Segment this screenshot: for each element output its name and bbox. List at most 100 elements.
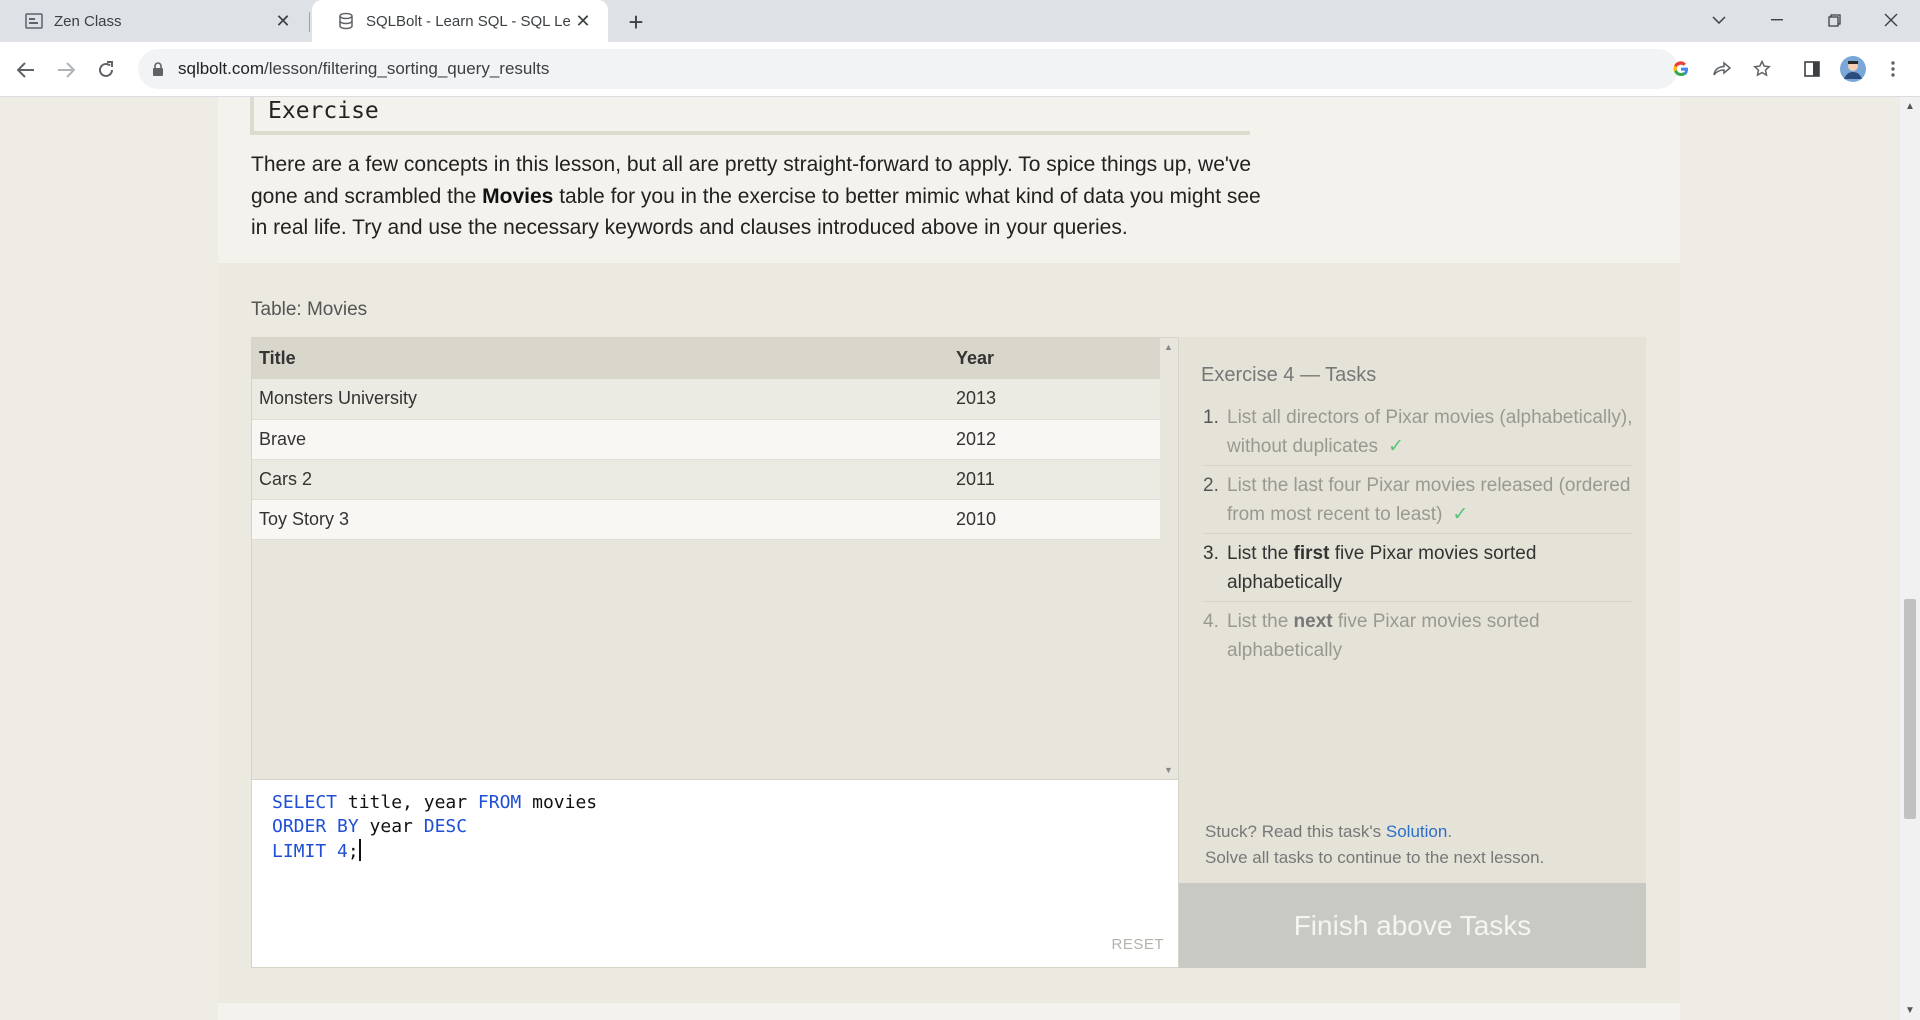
address-bar[interactable]: sqlbolt.com/lesson/filtering_sorting_que… <box>138 49 1678 89</box>
close-icon[interactable]: ✕ <box>270 8 296 34</box>
sql-text: movies <box>521 792 598 813</box>
task-number: 4. <box>1203 611 1219 632</box>
chevron-down-icon[interactable] <box>1690 0 1748 40</box>
intro-bold-table-name: Movies <box>482 184 554 208</box>
cell-title: Brave <box>252 419 949 460</box>
reload-icon[interactable] <box>90 54 122 86</box>
tab-title: SQLBolt - Learn SQL - SQL Lesso <box>366 12 570 30</box>
star-bookmark-icon[interactable] <box>1745 52 1779 86</box>
url-host: sqlbolt.com <box>178 59 264 78</box>
task-item-2: 2. List the last four Pixar movies relea… <box>1203 470 1633 534</box>
side-panel-icon[interactable] <box>1795 52 1829 86</box>
scroll-down-arrow-icon[interactable]: ▼ <box>1905 1005 1915 1016</box>
task-emphasis: next <box>1293 611 1333 632</box>
share-icon[interactable] <box>1705 52 1739 86</box>
tab-title: Zen Class <box>54 12 122 30</box>
sql-text: year <box>358 816 424 837</box>
back-arrow-icon[interactable] <box>10 54 42 86</box>
forward-arrow-icon[interactable] <box>50 54 82 86</box>
browser-toolbar: sqlbolt.com/lesson/filtering_sorting_que… <box>0 42 1920 97</box>
results-scrollbar[interactable]: ▲ ▼ <box>1160 338 1178 779</box>
tab-divider <box>309 12 310 32</box>
new-tab-plus-icon[interactable]: + <box>620 6 652 38</box>
task-item-1: 1. List all directors of Pixar movies (a… <box>1203 402 1633 466</box>
scrollbar-thumb[interactable] <box>1904 599 1916 819</box>
task-number: 3. <box>1203 543 1219 564</box>
sql-number: 4 <box>326 841 348 862</box>
window-close-icon[interactable] <box>1862 0 1920 40</box>
sql-keyword: FROM <box>477 792 522 813</box>
stuck-label: Stuck? Read this task's <box>1205 822 1386 841</box>
task-number: 2. <box>1203 475 1219 496</box>
scroll-down-arrow-icon[interactable]: ▼ <box>1164 765 1173 775</box>
solution-link[interactable]: Solution <box>1386 822 1447 841</box>
task-text: List all directors of Pixar movies (alph… <box>1227 403 1633 461</box>
sql-text: title, year <box>337 792 478 813</box>
cell-year: 2013 <box>949 379 1162 420</box>
task-label: List the <box>1227 543 1294 564</box>
page-viewport: Exercise There are a few concepts in thi… <box>0 97 1920 1020</box>
table-row: Brave 2012 <box>252 419 1162 460</box>
close-icon[interactable]: ✕ <box>570 8 596 34</box>
cell-year: 2012 <box>949 419 1162 460</box>
database-icon <box>336 11 356 31</box>
tab-sqlbolt[interactable]: SQLBolt - Learn SQL - SQL Lesso ✕ <box>312 0 608 42</box>
tasks-title: Exercise 4 — Tasks <box>1201 364 1377 386</box>
code-line-3: LIMIT 4; <box>272 839 1178 864</box>
page-scrollbar[interactable]: ▲ ▼ <box>1900 97 1920 1020</box>
table-caption: Table: Movies <box>251 299 368 320</box>
task-label: List all directors of Pixar movies (alph… <box>1227 407 1633 457</box>
results-table: Title Year Monsters University 2013 Brav… <box>252 338 1162 540</box>
page-icon <box>24 11 44 31</box>
finish-tasks-button[interactable]: Finish above Tasks <box>1179 883 1646 968</box>
lesson-content: Exercise There are a few concepts in thi… <box>218 97 1680 1020</box>
query-results-panel: Title Year Monsters University 2013 Brav… <box>251 337 1179 780</box>
avatar[interactable] <box>1836 52 1870 86</box>
task-item-3: 3. List the first five Pixar movies sort… <box>1203 538 1633 602</box>
cell-year: 2010 <box>949 499 1162 540</box>
table-header-row: Title Year <box>252 338 1162 379</box>
sql-keyword: ORDER BY <box>272 816 359 837</box>
scroll-up-arrow-icon[interactable]: ▲ <box>1905 101 1915 112</box>
exercise-heading: Exercise <box>250 97 1250 135</box>
minimize-icon[interactable] <box>1748 0 1806 40</box>
task-list: 1. List all directors of Pixar movies (a… <box>1203 402 1633 673</box>
lock-icon <box>152 62 166 76</box>
stuck-help-text: Stuck? Read this task's Solution. Solve … <box>1205 819 1544 871</box>
text-caret <box>358 839 361 861</box>
cell-title: Toy Story 3 <box>252 499 949 540</box>
url-path: /lesson/filtering_sorting_query_results <box>263 59 550 78</box>
task-text: List the next five Pixar movies sorted a… <box>1227 607 1633 665</box>
task-text: List the last four Pixar movies released… <box>1227 471 1633 529</box>
cell-title: Cars 2 <box>252 459 949 500</box>
task-label: List the last four Pixar movies released… <box>1227 475 1631 525</box>
sql-keyword: LIMIT <box>272 841 327 862</box>
scroll-up-arrow-icon[interactable]: ▲ <box>1164 342 1173 352</box>
google-icon[interactable] <box>1664 52 1698 86</box>
restore-icon[interactable] <box>1805 0 1863 40</box>
code-line-2: ORDER BY year DESC <box>272 815 1178 839</box>
url-text: sqlbolt.com/lesson/filtering_sorting_que… <box>178 59 549 79</box>
task-emphasis: first <box>1293 543 1330 564</box>
sql-keyword: SELECT <box>272 792 338 813</box>
more-menu-icon[interactable] <box>1876 52 1910 86</box>
task-text: List the first five Pixar movies sorted … <box>1227 539 1633 597</box>
stuck-period: . <box>1447 822 1453 841</box>
checkmark-icon: ✓ <box>1388 436 1404 457</box>
column-header-year: Year <box>949 338 1162 379</box>
cell-title: Monsters University <box>252 379 949 420</box>
reset-button[interactable]: RESET <box>1111 933 1164 957</box>
table-row: Toy Story 3 2010 <box>252 499 1162 540</box>
task-number: 1. <box>1203 407 1219 428</box>
task-item-4: 4. List the next five Pixar movies sorte… <box>1203 606 1633 669</box>
sql-text: ; <box>347 841 359 862</box>
tab-zen-class[interactable]: Zen Class ✕ <box>0 0 308 42</box>
table-row: Monsters University 2013 <box>252 379 1162 420</box>
sql-keyword: DESC <box>423 816 468 837</box>
tab-strip: Zen Class ✕ SQLBolt - Learn SQL - SQL Le… <box>0 0 1920 42</box>
code-line-1: SELECT title, year FROM movies <box>272 791 1178 815</box>
sql-editor[interactable]: SELECT title, year FROM movies ORDER BY … <box>251 780 1179 968</box>
column-header-title: Title <box>252 338 949 379</box>
cell-year: 2011 <box>949 459 1162 500</box>
checkmark-icon: ✓ <box>1452 504 1469 525</box>
